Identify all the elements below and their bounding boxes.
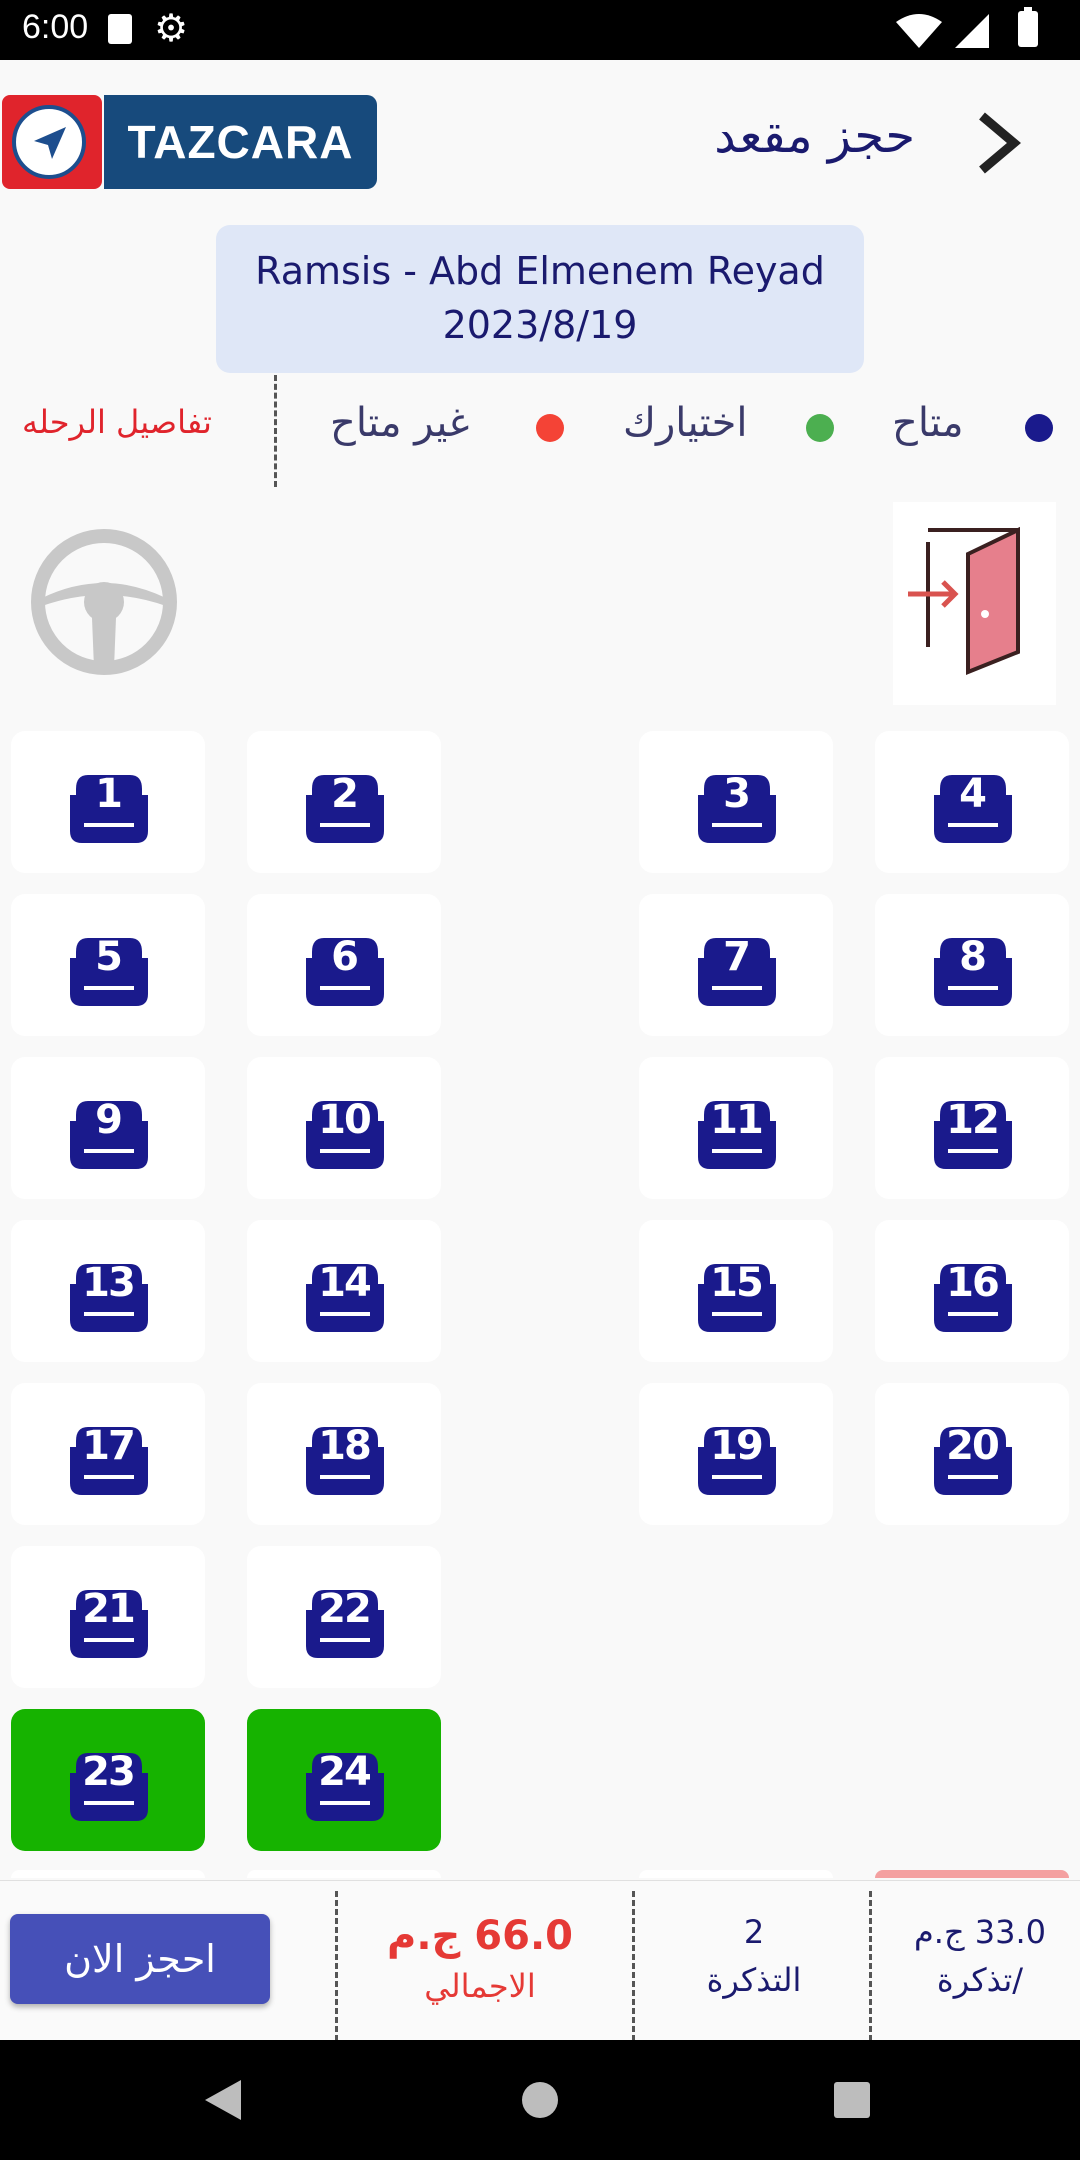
seat-7[interactable]: 7	[639, 894, 833, 1036]
seat-22[interactable]: 22	[247, 1546, 441, 1688]
seat-14[interactable]: 14	[247, 1220, 441, 1362]
seat-6[interactable]: 6	[247, 894, 441, 1036]
seat-17[interactable]: 17	[11, 1383, 205, 1525]
seat-2[interactable]: 2	[247, 731, 441, 873]
trip-route: Ramsis - Abd Elmenem Reyad	[255, 249, 825, 293]
seat-number: 6	[331, 934, 359, 980]
seat-4[interactable]: 4	[875, 731, 1069, 873]
summary-divider	[335, 1891, 338, 2041]
signal-icon	[955, 14, 989, 48]
seat-number: 17	[82, 1423, 136, 1469]
seat-8[interactable]: 8	[875, 894, 1069, 1036]
seat-11[interactable]: 11	[639, 1057, 833, 1199]
partial-seat-unavailable	[875, 1870, 1069, 1878]
seat-number: 24	[318, 1749, 372, 1795]
status-bar: 6:00 ⚙	[0, 0, 1080, 60]
seat-15[interactable]: 15	[639, 1220, 833, 1362]
sd-card-icon	[108, 14, 132, 44]
total-label: الاجمالي	[424, 1967, 536, 2005]
seat-number: 10	[318, 1097, 372, 1143]
booking-summary-bar: احجز الان 66.0 ج.م الاجمالي 2 التذكرة 33…	[0, 1880, 1080, 2041]
seat-number: 23	[82, 1749, 136, 1795]
logo-badge	[2, 95, 102, 189]
summary-divider	[632, 1891, 635, 2041]
seat-number: 2	[331, 771, 359, 817]
partial-seat	[247, 1870, 441, 1878]
system-nav-bar	[0, 2040, 1080, 2160]
trip-date: 2023/8/19	[442, 303, 638, 347]
seat-number: 14	[318, 1260, 372, 1306]
status-time: 6:00	[22, 8, 89, 46]
seat-9[interactable]: 9	[11, 1057, 205, 1199]
nav-recents-icon[interactable]	[834, 2082, 870, 2118]
ticket-price-label: /تذكرة	[936, 1961, 1024, 1999]
legend-unavailable-label: غير متاح	[330, 400, 470, 446]
nav-back-icon[interactable]	[205, 2080, 241, 2120]
legend-divider	[274, 375, 277, 487]
legend-available-label: متاح	[892, 400, 964, 446]
legend-available-dot	[1025, 414, 1053, 442]
ticket-count-label: التذكرة	[706, 1961, 802, 1999]
battery-icon	[1018, 7, 1038, 47]
legend-selected-dot	[806, 414, 834, 442]
page-title: حجز مقعد	[714, 108, 915, 164]
app-logo: TAZCARA	[2, 95, 377, 189]
seat-number: 21	[82, 1586, 136, 1632]
seat-number: 3	[723, 771, 751, 817]
seat-number: 22	[318, 1586, 372, 1632]
seat-number: 8	[959, 934, 987, 980]
navigation-arrow-icon	[34, 127, 66, 159]
partial-seat	[639, 1870, 833, 1878]
summary-divider	[869, 1891, 872, 2041]
legend-unavailable-dot	[536, 414, 564, 442]
trip-card: Ramsis - Abd Elmenem Reyad 2023/8/19	[216, 225, 864, 373]
logo-text: TAZCARA	[104, 95, 377, 189]
steering-wheel-icon	[31, 529, 177, 675]
seat-number: 1	[95, 771, 123, 817]
ticket-price: 33.0 ج.م	[913, 1913, 1047, 1951]
seat-12[interactable]: 12	[875, 1057, 1069, 1199]
seat-1[interactable]: 1	[11, 731, 205, 873]
seat-number: 7	[723, 934, 751, 980]
seat-number: 9	[95, 1097, 123, 1143]
seat-24[interactable]: 24	[247, 1709, 441, 1851]
seat-number: 13	[82, 1260, 136, 1306]
seat-number: 4	[959, 771, 987, 817]
seat-number: 11	[710, 1097, 764, 1143]
seat-19[interactable]: 19	[639, 1383, 833, 1525]
seat-5[interactable]: 5	[11, 894, 205, 1036]
total-value: 66.0 ج.م	[387, 1913, 573, 1959]
seat-23[interactable]: 23	[11, 1709, 205, 1851]
seat-number: 16	[946, 1260, 1000, 1306]
seat-number: 5	[95, 934, 123, 980]
wifi-icon	[896, 14, 942, 48]
legend-selected-label: اختيارك	[623, 400, 748, 446]
ticket-count: 2	[743, 1913, 765, 1951]
seat-number: 18	[318, 1423, 372, 1469]
trip-details-link[interactable]: تفاصيل الرحله	[22, 403, 212, 441]
book-now-button[interactable]: احجز الان	[10, 1914, 270, 2004]
back-chevron-icon[interactable]	[970, 108, 1030, 178]
door-icon	[893, 502, 1056, 705]
seat-20[interactable]: 20	[875, 1383, 1069, 1525]
nav-home-icon[interactable]	[522, 2082, 558, 2118]
seat-number: 20	[946, 1423, 1000, 1469]
seat-13[interactable]: 13	[11, 1220, 205, 1362]
seat-10[interactable]: 10	[247, 1057, 441, 1199]
gear-icon: ⚙	[154, 6, 189, 50]
seat-3[interactable]: 3	[639, 731, 833, 873]
seat-number: 19	[710, 1423, 764, 1469]
seat-16[interactable]: 16	[875, 1220, 1069, 1362]
seat-number: 15	[710, 1260, 764, 1306]
seat-number: 12	[946, 1097, 1000, 1143]
seat-21[interactable]: 21	[11, 1546, 205, 1688]
partial-seat	[11, 1870, 205, 1878]
seat-18[interactable]: 18	[247, 1383, 441, 1525]
